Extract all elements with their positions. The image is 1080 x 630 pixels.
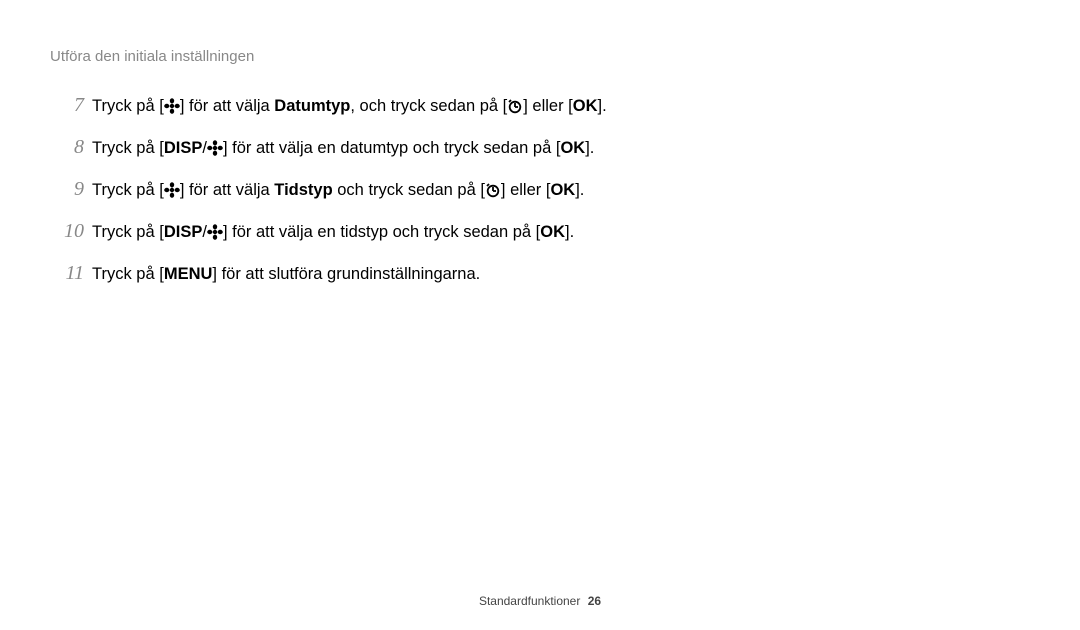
header-title: Utföra den initiala inställningen [50,48,254,65]
flower-icon [164,98,180,115]
flower-icon [207,140,223,157]
step-7: 7 Tryck på [] för att välja Datumtyp, oc… [50,90,750,121]
disp-label: DISP [164,139,203,157]
step-text: Tryck på [MENU] för att slutföra grundin… [92,262,750,288]
step-8: 8 Tryck på [DISP/] för att välja en datu… [50,132,750,163]
step-text: Tryck på [DISP/] för att välja en tidsty… [92,220,750,246]
flower-icon [207,224,223,241]
ok-label: OK [573,97,598,115]
flower-icon [164,182,180,199]
footer-section: Standardfunktioner [479,594,580,608]
page-footer: Standardfunktioner 26 [0,594,1080,608]
step-10: 10 Tryck på [DISP/] för att välja en tid… [50,216,750,247]
menu-label: MENU [164,265,213,283]
timer-icon [507,98,523,115]
steps-list: 7 Tryck på [] för att välja Datumtyp, oc… [50,90,750,300]
ok-label: OK [560,139,585,157]
step-number: 11 [50,258,84,289]
ok-label: OK [550,181,575,199]
timer-icon [485,182,501,199]
page-header: Utföra den initiala inställningen [50,48,254,65]
step-number: 9 [50,174,84,205]
disp-label: DISP [164,223,203,241]
step-text: Tryck på [DISP/] för att välja en datumt… [92,136,750,162]
step-11: 11 Tryck på [MENU] för att slutföra grun… [50,258,750,289]
step-number: 10 [50,216,84,247]
step-number: 8 [50,132,84,163]
step-text: Tryck på [] för att välja Tidstyp och tr… [92,178,750,204]
footer-page: 26 [588,594,601,608]
step-text: Tryck på [] för att välja Datumtyp, och … [92,94,750,120]
step-9: 9 Tryck på [] för att välja Tidstyp och … [50,174,750,205]
step-number: 7 [50,90,84,121]
ok-label: OK [540,223,565,241]
